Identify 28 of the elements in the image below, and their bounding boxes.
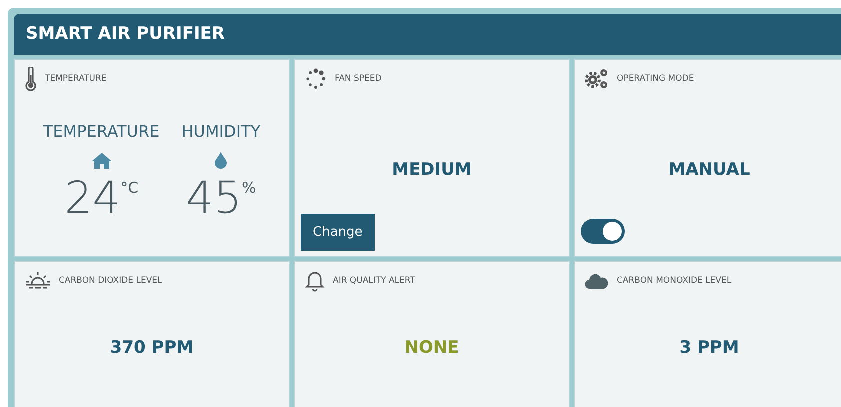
tile-label: OPERATING MODE [617,72,694,86]
reading-value: 45 [186,177,242,221]
tile-label: CARBON DIOXIDE LEVEL [59,274,162,288]
tile-label: TEMPERATURE [45,72,107,86]
reading-value: 24 [64,177,121,221]
tile-label: AIR QUALITY ALERT [333,274,416,288]
tile-label: CARBON MONOXIDE LEVEL [617,274,732,288]
tile-value: MEDIUM [391,159,473,182]
app-title: SMART AIR PURIFIER [26,22,225,46]
reading-label: TEMPERATURE [43,121,160,143]
toggle-switch[interactable] [581,219,625,244]
cloud-icon [585,273,609,289]
gears-icon [585,68,609,90]
thermometer-icon [25,67,37,91]
tile-value: NONE [404,337,460,360]
sunrise-icon [25,271,51,291]
tile-value: 370 PPM [109,337,195,360]
tile-value: 3 PPM [678,337,740,360]
bell-icon [305,270,325,292]
reading-unit: % [242,178,256,199]
spinner-icon [305,68,327,90]
drop-icon [215,152,228,169]
reading-label: HUMIDITY [182,121,261,143]
change-button[interactable]: Change [301,214,375,251]
house-icon [92,152,112,169]
reading-unit: °C [120,178,139,199]
tile-label: FAN SPEED [335,72,382,86]
tile-value: MANUAL [668,159,752,182]
